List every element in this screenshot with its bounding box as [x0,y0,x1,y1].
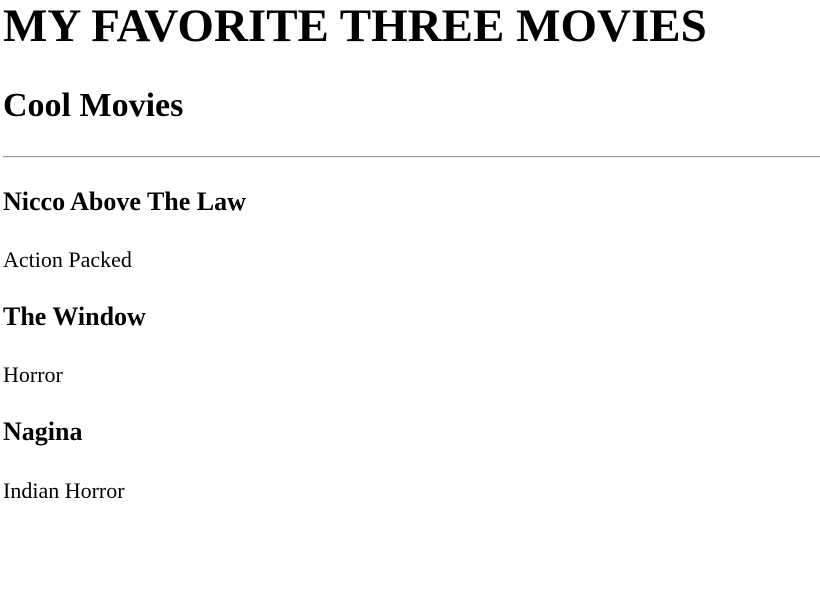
movie-title: Nagina [3,417,83,446]
movie-genre: Horror [3,362,63,387]
movie-title: Nicco Above The Law [3,187,246,216]
movie-genre: Action Packed [3,247,132,272]
movie-title: The Window [3,302,146,331]
movie-genre: Indian Horror [3,478,125,503]
page-title: MY FAVORITE THREE MOVIES [3,0,707,52]
page-subtitle: Cool Movies [3,87,184,124]
divider [3,156,820,158]
